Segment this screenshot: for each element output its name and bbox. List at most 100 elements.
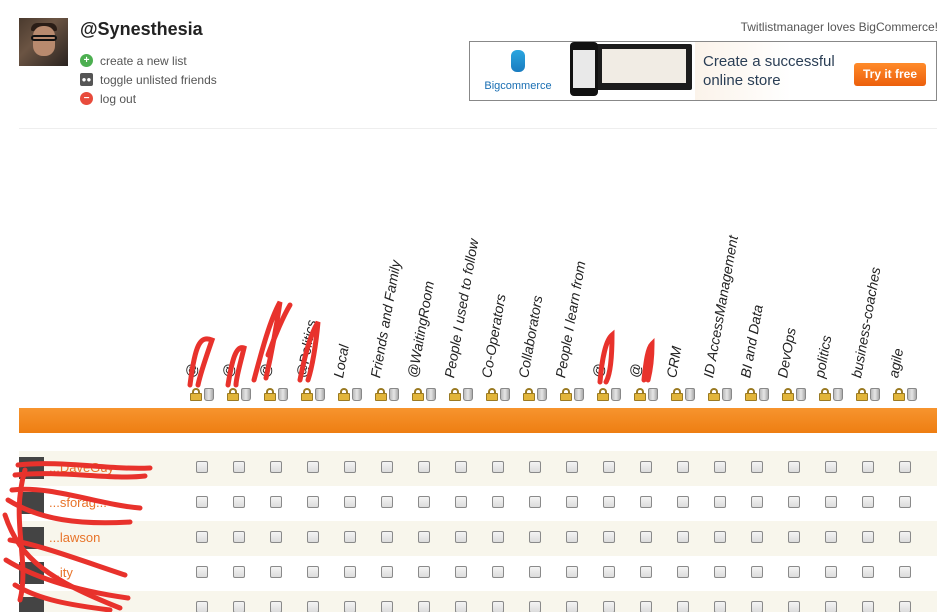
list-membership-checkbox[interactable] [566,461,578,473]
list-membership-checkbox[interactable] [603,601,615,612]
list-column-header[interactable]: @ [626,229,664,379]
list-membership-checkbox[interactable] [899,531,911,543]
bigcommerce-ad[interactable]: Bigcommerce Create a successful online s… [469,41,937,101]
list-membership-checkbox[interactable] [344,601,356,612]
list-membership-checkbox[interactable] [492,496,504,508]
list-membership-checkbox[interactable] [788,531,800,543]
lock-icon[interactable] [375,388,387,401]
lock-icon[interactable] [301,388,313,401]
list-membership-checkbox[interactable] [455,496,467,508]
list-column-header[interactable]: @ [589,229,627,379]
list-membership-checkbox[interactable] [418,496,430,508]
trash-icon[interactable] [907,388,917,401]
trash-icon[interactable] [426,388,436,401]
list-membership-checkbox[interactable] [381,566,393,578]
trash-icon[interactable] [685,388,695,401]
lock-icon[interactable] [597,388,609,401]
list-membership-checkbox[interactable] [455,566,467,578]
list-membership-checkbox[interactable] [862,601,874,612]
trash-icon[interactable] [389,388,399,401]
lock-icon[interactable] [412,388,424,401]
logout-link[interactable]: − log out [80,89,217,108]
lock-icon[interactable] [708,388,720,401]
list-membership-checkbox[interactable] [270,531,282,543]
trash-icon[interactable] [722,388,732,401]
trash-icon[interactable] [352,388,362,401]
list-membership-checkbox[interactable] [825,461,837,473]
list-membership-checkbox[interactable] [788,566,800,578]
list-membership-checkbox[interactable] [418,566,430,578]
list-column-header[interactable]: agile [885,229,923,379]
list-membership-checkbox[interactable] [751,461,763,473]
list-column-header[interactable]: @ [219,229,257,379]
lock-icon[interactable] [856,388,868,401]
list-membership-checkbox[interactable] [270,601,282,612]
trash-icon[interactable] [574,388,584,401]
list-column-header[interactable]: @ [182,229,220,379]
list-membership-checkbox[interactable] [270,496,282,508]
list-membership-checkbox[interactable] [751,566,763,578]
list-membership-checkbox[interactable] [307,531,319,543]
list-membership-checkbox[interactable] [862,496,874,508]
trash-icon[interactable] [759,388,769,401]
list-membership-checkbox[interactable] [603,496,615,508]
list-membership-checkbox[interactable] [233,496,245,508]
list-membership-checkbox[interactable] [566,601,578,612]
trash-icon[interactable] [241,388,251,401]
list-membership-checkbox[interactable] [751,496,763,508]
list-membership-checkbox[interactable] [603,461,615,473]
list-membership-checkbox[interactable] [899,461,911,473]
list-membership-checkbox[interactable] [677,461,689,473]
list-membership-checkbox[interactable] [825,531,837,543]
trash-icon[interactable] [537,388,547,401]
list-membership-checkbox[interactable] [640,496,652,508]
list-membership-checkbox[interactable] [418,531,430,543]
list-column-header[interactable]: Co-Operators [478,229,516,379]
list-membership-checkbox[interactable] [529,601,541,612]
list-membership-checkbox[interactable] [566,531,578,543]
list-membership-checkbox[interactable] [640,566,652,578]
trash-icon[interactable] [278,388,288,401]
trash-icon[interactable] [648,388,658,401]
list-membership-checkbox[interactable] [714,461,726,473]
friend-name-link[interactable]: ...lawson [49,530,100,545]
trash-icon[interactable] [870,388,880,401]
trash-icon[interactable] [796,388,806,401]
lock-icon[interactable] [745,388,757,401]
try-it-free-button[interactable]: Try it free [854,63,926,86]
lock-icon[interactable] [190,388,202,401]
friend-name-link[interactable]: ...sforag... [49,495,107,510]
friend-name-link[interactable]: ...DaveGuy [49,460,114,475]
list-column-header[interactable]: DevOps [774,229,812,379]
list-membership-checkbox[interactable] [492,566,504,578]
list-membership-checkbox[interactable] [714,496,726,508]
list-column-header[interactable]: Local [330,229,368,379]
list-membership-checkbox[interactable] [196,461,208,473]
list-membership-checkbox[interactable] [196,531,208,543]
list-membership-checkbox[interactable] [714,601,726,612]
trash-icon[interactable] [500,388,510,401]
list-membership-checkbox[interactable] [381,461,393,473]
list-membership-checkbox[interactable] [677,496,689,508]
list-membership-checkbox[interactable] [899,566,911,578]
lock-icon[interactable] [782,388,794,401]
trash-icon[interactable] [833,388,843,401]
list-membership-checkbox[interactable] [307,566,319,578]
list-membership-checkbox[interactable] [270,566,282,578]
list-membership-checkbox[interactable] [381,531,393,543]
friend-name-link[interactable]: ...ity [49,565,73,580]
list-membership-checkbox[interactable] [233,601,245,612]
list-membership-checkbox[interactable] [603,531,615,543]
list-membership-checkbox[interactable] [418,461,430,473]
list-membership-checkbox[interactable] [862,531,874,543]
list-column-header[interactable]: @ [256,229,294,379]
list-membership-checkbox[interactable] [603,566,615,578]
list-membership-checkbox[interactable] [270,461,282,473]
list-membership-checkbox[interactable] [307,496,319,508]
list-membership-checkbox[interactable] [307,461,319,473]
list-membership-checkbox[interactable] [492,601,504,612]
list-column-header[interactable]: Collaborators [515,229,553,379]
lock-icon[interactable] [893,388,905,401]
list-membership-checkbox[interactable] [714,566,726,578]
lock-icon[interactable] [486,388,498,401]
